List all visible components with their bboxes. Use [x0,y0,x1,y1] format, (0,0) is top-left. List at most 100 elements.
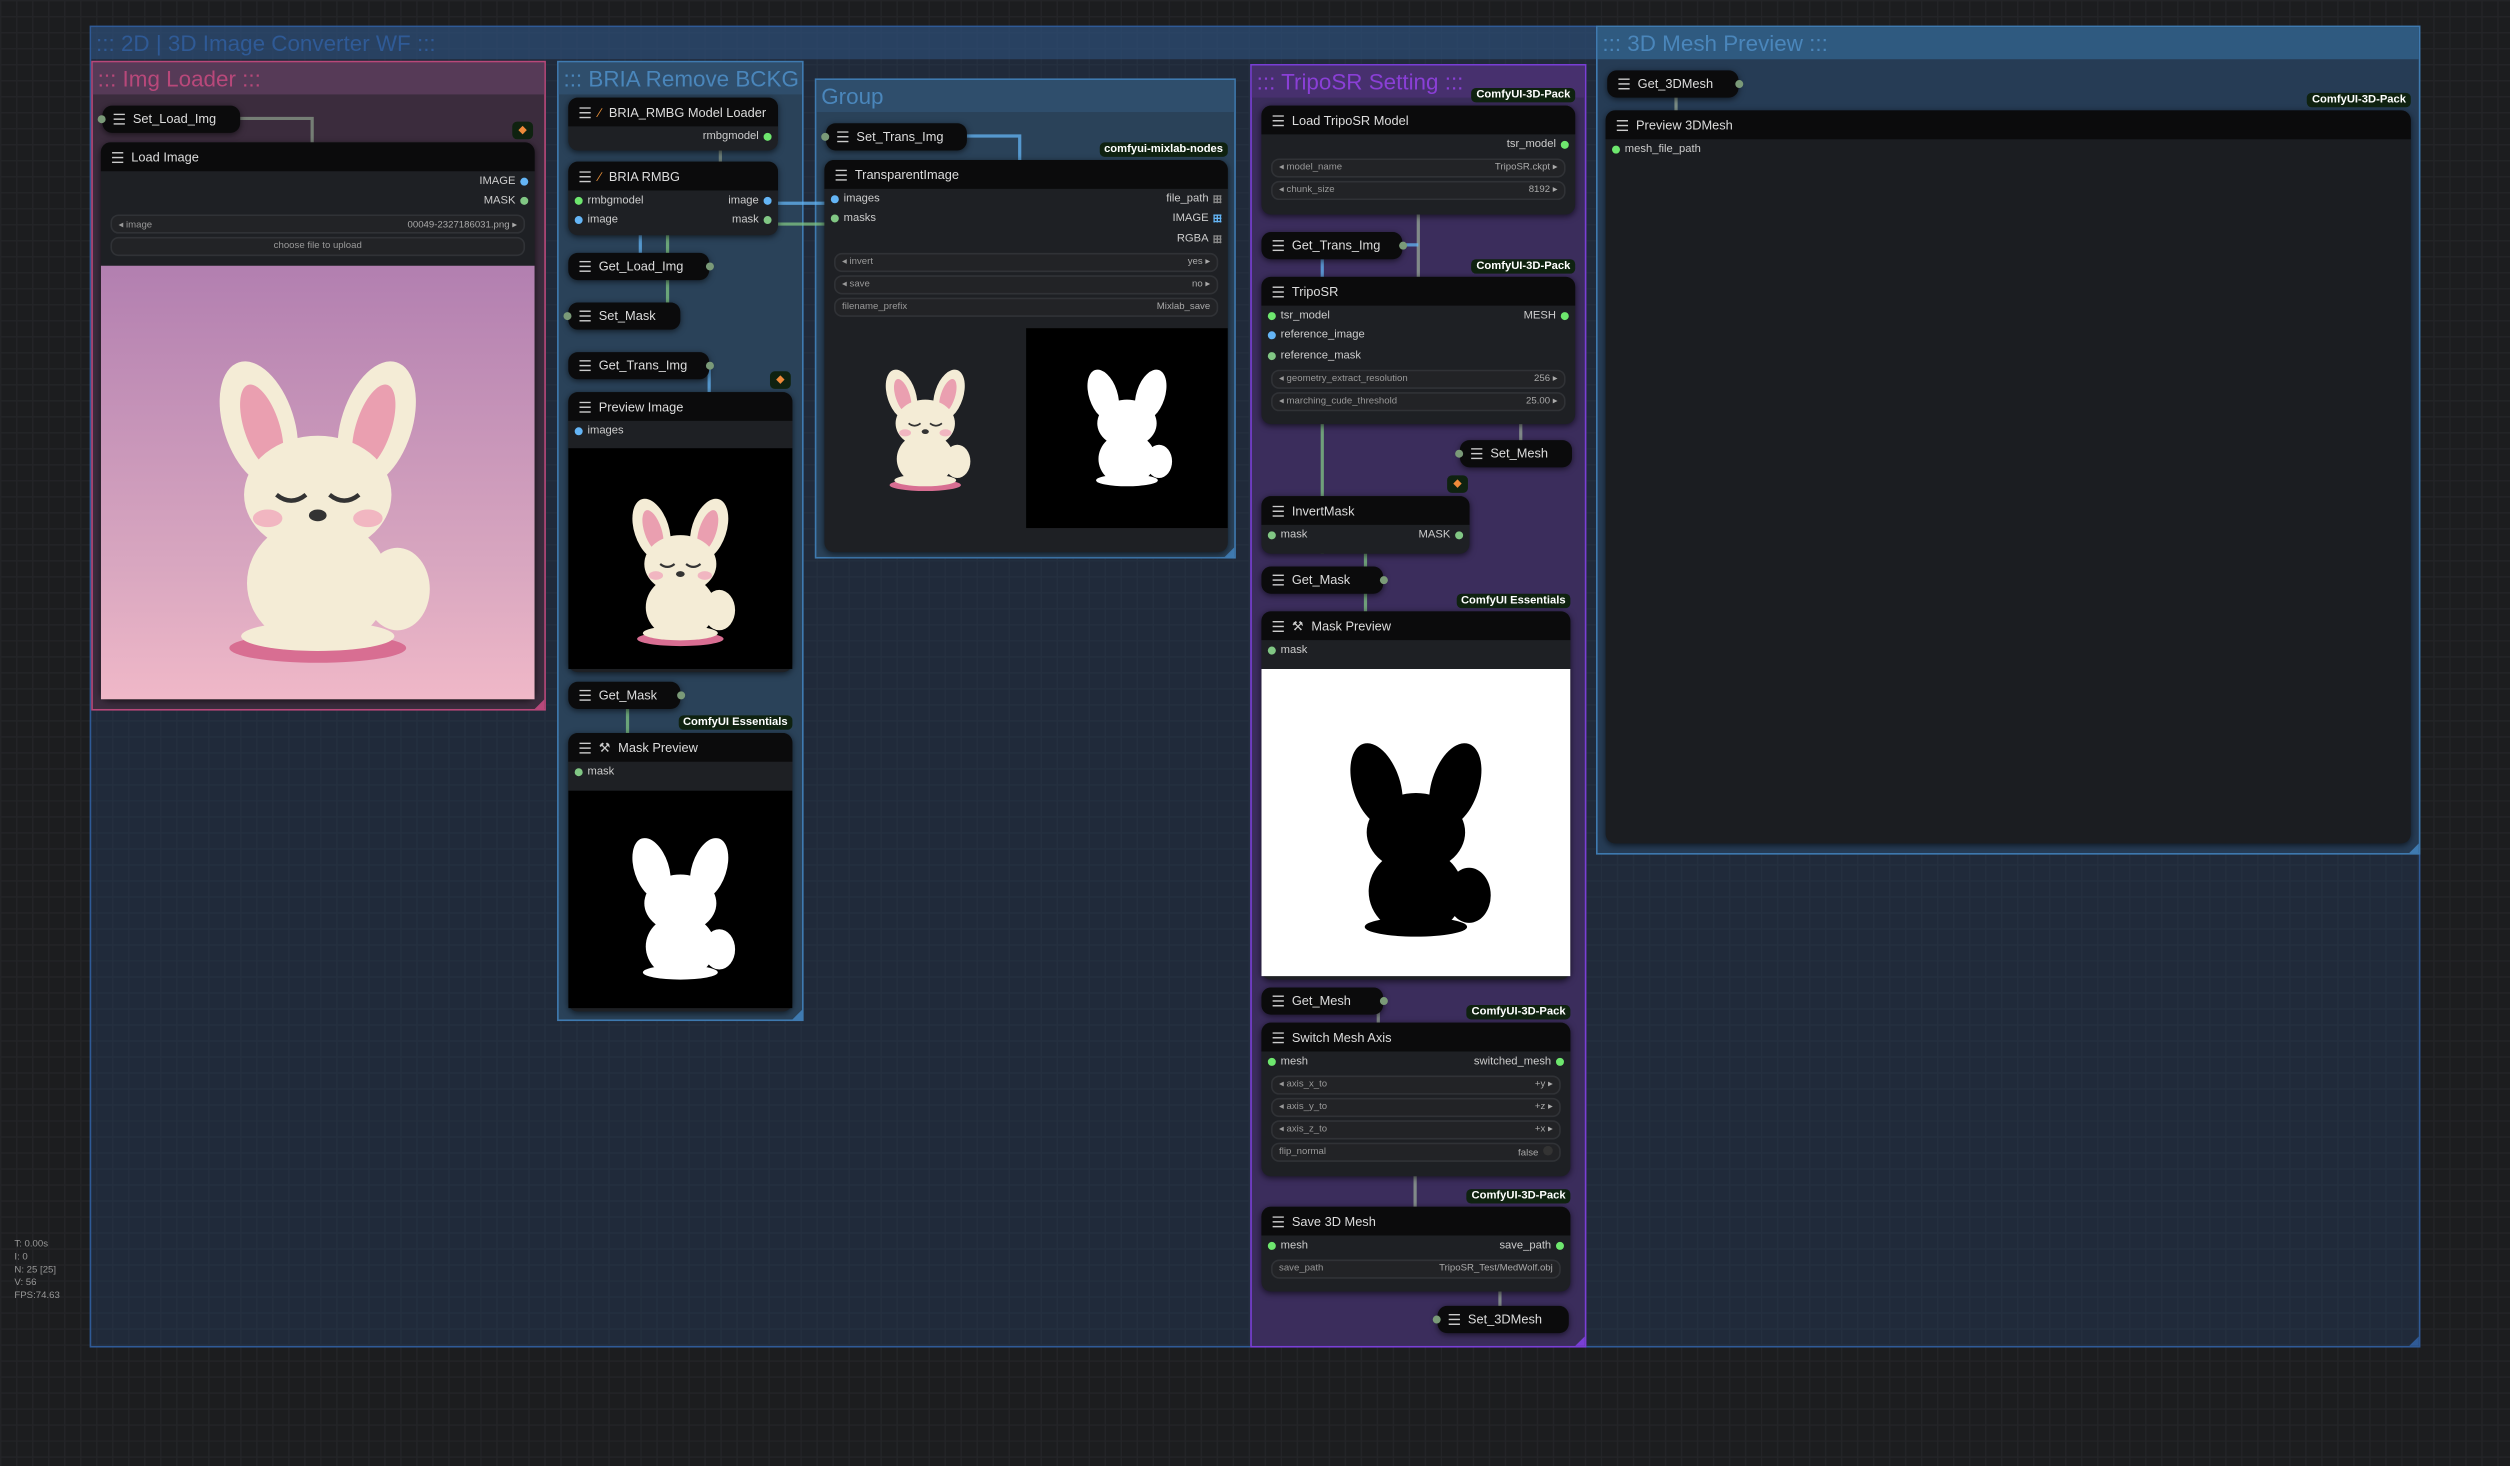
image-slot-dot[interactable] [574,426,583,435]
node-menu-icon[interactable] [835,168,847,181]
mask-slot-dot[interactable] [1267,351,1276,360]
node-mask-preview[interactable]: ⚒ Mask Preview mask [568,732,793,1012]
output-slot[interactable]: IMAGE [479,176,529,187]
node-menu-icon[interactable] [1272,504,1284,517]
node-menu-icon[interactable] [1272,1031,1284,1043]
output-slot-dot[interactable] [1379,997,1388,1006]
node-menu-icon[interactable] [1272,285,1284,297]
node-menu-icon[interactable] [1448,1313,1460,1326]
node-menu-icon[interactable] [579,310,591,322]
image-slot-dot[interactable] [1267,331,1276,340]
node-menu-icon[interactable] [579,360,591,372]
node-mask-preview[interactable]: ⚒ Mask Preview mask [1261,611,1571,980]
node-menu-icon[interactable] [112,151,124,163]
node-header[interactable]: ∕ BRIA RMBG [568,161,778,191]
increment-arrow-icon[interactable]: ▸ [1550,374,1558,384]
widget-axis-y-to[interactable]: ◂ axis_y_to +z ▸ [1271,1097,1561,1117]
node-triposr[interactable]: TripoSR tsr_model MESH reference_image refer… [1261,276,1576,425]
node-menu-icon[interactable] [1272,240,1284,252]
set-node-set-load-img[interactable]: Set_Load_Img [97,105,241,133]
output-slot-dot[interactable] [677,691,686,700]
widget-axis-z-to[interactable]: ◂ axis_z_to +x ▸ [1271,1119,1561,1139]
output-list-icon[interactable] [1213,214,1222,223]
node-bria-rmbg[interactable]: ∕ BRIA RMBG rmbgmodel image image mask [568,161,778,236]
get-node-get-load-img[interactable]: Get_Load_Img [568,252,714,281]
output-list-icon[interactable] [1213,194,1222,203]
node-menu-icon[interactable] [1471,448,1483,460]
output-slot[interactable]: IMAGE [1172,213,1222,224]
widget-save-path[interactable]: save_path TripoSR_Test/MedWolf.obj [1271,1258,1561,1278]
toggle-knob[interactable] [1543,1145,1553,1155]
image-slot-dot[interactable] [520,177,529,186]
output-slot[interactable]: switched_mesh [1474,1056,1564,1067]
decrement-arrow-icon[interactable]: ◂ [1279,1080,1287,1090]
node-menu-icon[interactable] [579,689,591,701]
widget-model-name[interactable]: ◂ model_name TripoSR.ckpt ▸ [1271,157,1566,177]
decrement-arrow-icon[interactable]: ◂ [1279,186,1287,196]
image-slot-dot[interactable] [830,194,839,203]
string-slot-dot[interactable] [1555,1241,1564,1250]
node-menu-icon[interactable] [1272,114,1284,126]
output-slot-dot[interactable] [1399,241,1408,250]
mask-slot-dot[interactable] [1267,646,1276,655]
decrement-arrow-icon[interactable]: ◂ [1279,397,1287,407]
widget-choose-file-to-upload[interactable]: choose file to upload [110,236,526,257]
model-slot-dot[interactable] [763,132,772,141]
node-menu-icon[interactable] [113,113,125,125]
mask-slot-dot[interactable] [830,214,839,223]
image-slot-dot[interactable] [763,196,772,205]
node-preview-3dmesh[interactable]: Preview 3DMesh mesh_file_path [1605,110,2411,844]
image-slot-dot[interactable] [574,216,583,225]
mask-slot-dot[interactable] [763,216,772,225]
output-slot[interactable]: mask [732,215,772,226]
widget-chunk-size[interactable]: ◂ chunk_size 8192 ▸ [1271,180,1566,200]
input-slot[interactable]: reference_mask [1267,350,1361,361]
output-slot-dot[interactable] [1735,80,1744,89]
mask-slot-dot[interactable] [574,767,583,776]
node-header[interactable]: TransparentImage [824,160,1228,189]
node-menu-icon[interactable] [579,400,591,413]
node-header[interactable]: ⚒ Mask Preview [1261,611,1571,641]
input-slot-dot[interactable] [97,115,106,124]
node-menu-icon[interactable] [837,131,849,143]
widget-flip-normal[interactable]: flip_normal false [1271,1141,1561,1162]
get-node-get-trans-img[interactable]: Get_Trans_Img [1261,232,1408,260]
increment-arrow-icon[interactable]: ▸ [1545,1080,1553,1090]
node-menu-icon[interactable] [1616,119,1629,131]
node-header[interactable]: Preview 3DMesh [1605,110,2411,140]
widget-geometry-extract-resolution[interactable]: ◂ geometry_extract_resolution 256 ▸ [1271,368,1566,389]
get-node-get-mesh[interactable]: Get_Mesh [1261,987,1388,1015]
node-load-triposr-model[interactable]: Load TripoSR Model tsr_model ◂ model_name T… [1261,105,1576,215]
decrement-arrow-icon[interactable]: ◂ [842,258,850,268]
node-menu-icon[interactable] [1272,620,1284,632]
get-node-get-mask[interactable]: Get_Mask [1261,566,1388,594]
widget-filename-prefix[interactable]: filename_prefix Mixlab_save [834,296,1219,317]
output-slot-dot[interactable] [705,262,714,271]
decrement-arrow-icon[interactable]: ◂ [842,280,850,290]
node-menu-icon[interactable] [579,106,591,118]
get-node-get-mask[interactable]: Get_Mask [568,681,686,709]
set-node-set-3dmesh[interactable]: Set_3DMesh [1432,1305,1569,1334]
decrement-arrow-icon[interactable]: ◂ [118,220,126,230]
output-slot[interactable]: image [728,195,772,206]
input-slot[interactable]: rmbgmodel [574,195,644,206]
decrement-arrow-icon[interactable]: ◂ [1279,1125,1287,1135]
model-slot-dot[interactable] [1560,140,1569,149]
decrement-arrow-icon[interactable]: ◂ [1279,1103,1287,1113]
output-slot[interactable]: RGBA [1177,233,1222,244]
input-slot[interactable]: image [574,215,618,226]
node-menu-icon[interactable] [1272,995,1284,1007]
increment-arrow-icon[interactable]: ▸ [1550,397,1558,407]
get-node-get-trans-img[interactable]: Get_Trans_Img [568,352,714,380]
mesh-slot-dot[interactable] [1267,1241,1276,1250]
input-slot[interactable]: images [830,193,880,204]
node-header[interactable]: ∕ BRIA_RMBG Model Loader [568,97,778,127]
increment-arrow-icon[interactable]: ▸ [1550,163,1558,173]
node-switch-mesh-axis[interactable]: Switch Mesh Axis mesh switched_mesh ◂ axis_… [1261,1022,1571,1177]
widget-marching-cude-threshold[interactable]: ◂ marching_cude_threshold 25.00 ▸ [1271,391,1566,411]
decrement-arrow-icon[interactable]: ◂ [1279,374,1287,384]
mesh-slot-dot[interactable] [1560,311,1569,320]
node-save-3d-mesh[interactable]: Save 3D Mesh mesh save_path save_path TripoS… [1261,1206,1571,1292]
node-menu-icon[interactable] [1272,1215,1284,1227]
node-menu-icon[interactable] [579,170,591,182]
